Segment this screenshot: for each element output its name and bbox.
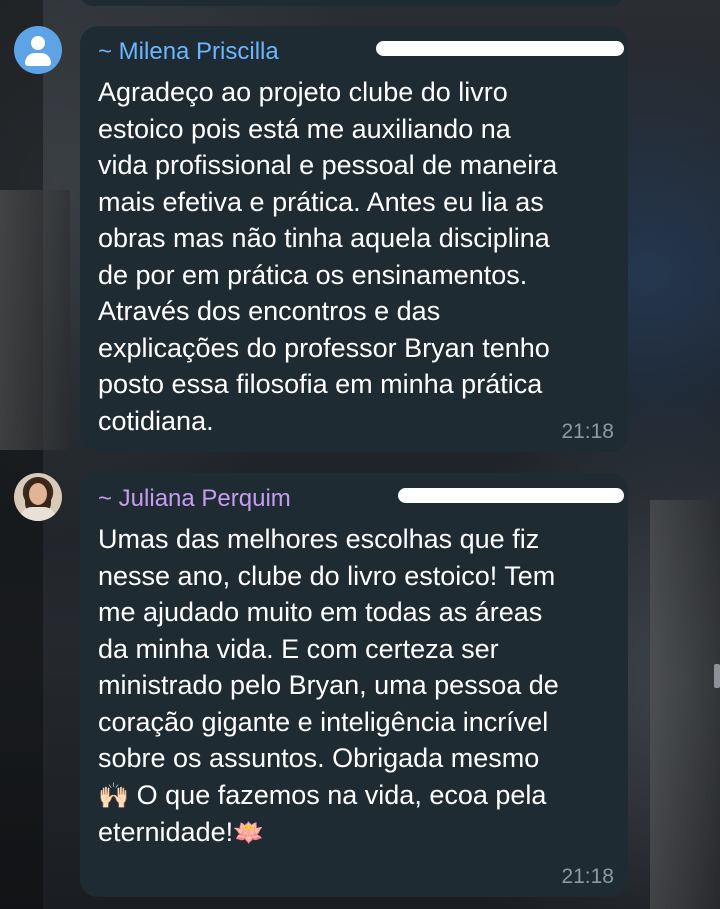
lotus-emoji: 🪷 [233,819,265,847]
message-text-line: O que fazemos na vida, ecoa pela [136,779,547,810]
message-text-main: Umas das melhores escolhas que fiz nesse… [98,524,559,773]
avatar-head-shape [31,36,45,50]
message-timestamp: 21:18 [561,865,614,888]
redacted-phone-number [398,488,624,503]
background-pillar [0,190,70,450]
raised-hands-emoji: 🙌🏻 [98,781,130,810]
message-text: Agradeço ao projeto clube do livro estoi… [98,77,558,436]
user-photo-avatar[interactable] [14,473,62,521]
scroll-indicator[interactable] [714,664,720,688]
default-avatar-icon[interactable] [14,26,62,74]
message-bubble[interactable]: ~ Milena Priscilla Agradeço ao projeto c… [80,26,628,452]
redacted-phone-number [376,41,624,56]
message-timestamp: 21:18 [561,420,614,443]
avatar-face-shape [29,483,47,505]
message-bubble[interactable]: ~ Juliana Perquim Umas das melhores esco… [80,473,628,897]
message-text: Umas das melhores escolhas que fiz nesse… [98,521,608,852]
avatar-body-shape [25,53,51,66]
previous-message-bubble[interactable] [80,0,624,6]
avatar-shirt-shape [20,507,56,521]
message-text-line: eternidade! [98,817,234,847]
background-pillar [650,500,720,909]
